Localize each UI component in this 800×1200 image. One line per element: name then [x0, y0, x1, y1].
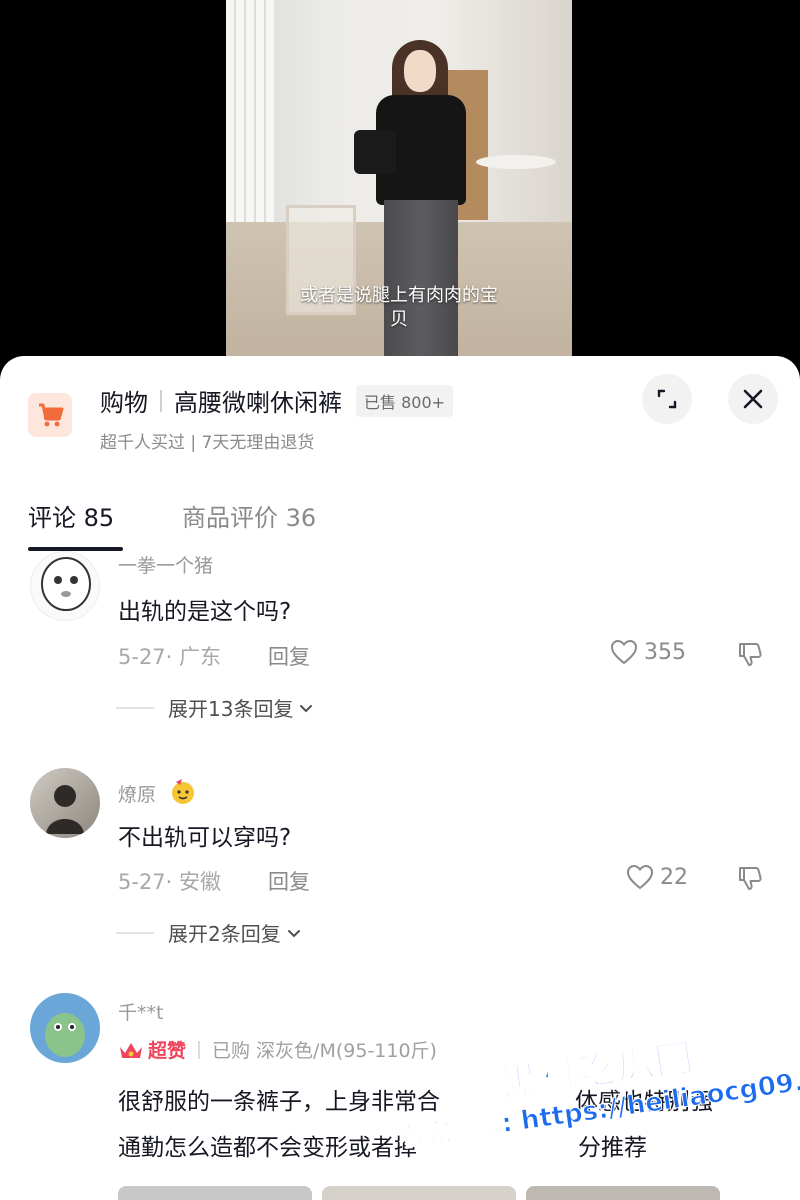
review-photo[interactable] — [322, 1186, 516, 1200]
review-photos — [118, 1186, 728, 1200]
review-text-tail-1: 体感也特别强 — [575, 1089, 713, 1115]
thumbs-down-icon — [739, 867, 762, 890]
heart-icon — [610, 639, 638, 665]
close-button[interactable] — [728, 374, 778, 424]
product-title-row: 购物 高腰微喇休闲裤 已售 800+ — [100, 383, 454, 418]
like-button[interactable]: 22 — [626, 864, 688, 890]
purchase-info: 已购 深灰色/M(95-110斤) — [212, 1040, 437, 1062]
product-tag: 购物 — [100, 389, 148, 417]
product-comment-sheet: 购物 高腰微喇休闲裤 已售 800+ 超千人买过 | 7天无理由退货 评论 85… — [0, 356, 800, 1200]
video-handbag — [354, 130, 396, 174]
chevron-down-icon — [300, 704, 313, 712]
video-player[interactable]: 或者是说腿上有肉肉的宝 贝 — [226, 0, 572, 372]
dislike-button[interactable] — [736, 640, 764, 672]
product-subtitle: 超千人买过 | 7天无理由退货 — [100, 433, 315, 453]
comment-text: 不出轨可以穿吗? — [118, 825, 292, 851]
like-count: 22 — [660, 864, 688, 890]
party-emoji-icon — [172, 779, 194, 804]
comment-username[interactable]: 千**t — [118, 998, 163, 1025]
avatar[interactable] — [30, 993, 100, 1063]
comment-username[interactable]: 一拳一个猪 — [118, 551, 213, 578]
reply-button[interactable]: 回复 — [268, 641, 310, 671]
product-title-divider — [160, 389, 162, 412]
expand-replies-label: 展开2条回复 — [168, 922, 281, 946]
review-text-line-1: 很舒服的一条裤子，上身非常合 — [118, 1089, 440, 1115]
sold-count-badge: 已售 800+ — [356, 384, 454, 417]
review-text-line-2: 通勤怎么造都不会变形或者掉 — [118, 1135, 417, 1161]
reply-button[interactable]: 回复 — [268, 866, 310, 896]
comment-date-location: 5-27· 安徽 — [118, 870, 222, 894]
comment-username[interactable]: 燎原 — [118, 780, 156, 807]
tab-product-reviews[interactable]: 商品评价 36 — [182, 498, 316, 533]
crown-icon — [120, 1042, 142, 1058]
chevron-down-icon — [287, 929, 300, 937]
review-photo[interactable] — [526, 1186, 720, 1200]
dislike-button[interactable] — [736, 864, 764, 896]
video-person-face — [404, 50, 436, 92]
expand-replies-button[interactable]: 展开13条回复 — [116, 693, 315, 722]
video-table — [476, 155, 556, 169]
video-subtitle: 或者是说腿上有肉肉的宝 贝 — [226, 284, 572, 332]
close-icon — [743, 389, 763, 409]
avatar[interactable] — [30, 768, 100, 838]
heart-icon — [626, 864, 654, 890]
subtitle-line-2: 贝 — [390, 309, 408, 330]
tab-comments[interactable]: 评论 85 — [28, 498, 114, 533]
super-like-badge: 超赞 — [148, 1040, 187, 1062]
badge-divider — [198, 1040, 201, 1059]
expand-divider-line — [116, 931, 154, 934]
active-tab-indicator — [28, 547, 123, 551]
product-name: 高腰微喇休闲裤 — [174, 389, 342, 417]
expand-replies-button[interactable]: 展开2条回复 — [116, 918, 303, 947]
thumbs-down-icon — [739, 643, 762, 666]
review-text-tail-2: 分推荐 — [578, 1135, 647, 1161]
like-button[interactable]: 355 — [610, 639, 686, 665]
review-badge-row: 超赞 已购 深灰色/M(95-110斤) — [118, 1036, 437, 1063]
comment-date-location: 5-27· 广东 — [118, 645, 222, 669]
avatar[interactable] — [30, 551, 100, 621]
cart-icon — [28, 393, 72, 437]
subtitle-line-1: 或者是说腿上有肉肉的宝 — [300, 285, 498, 306]
comment-text: 出轨的是这个吗? — [118, 599, 292, 625]
like-count: 355 — [644, 639, 686, 665]
comment-tabs: 评论 85 商品评价 36 — [0, 492, 800, 552]
expand-icon — [657, 389, 677, 409]
expand-divider-line — [116, 706, 154, 709]
review-photo[interactable] — [118, 1186, 312, 1200]
expand-replies-label: 展开13条回复 — [168, 697, 294, 721]
fullscreen-button[interactable] — [642, 374, 692, 424]
